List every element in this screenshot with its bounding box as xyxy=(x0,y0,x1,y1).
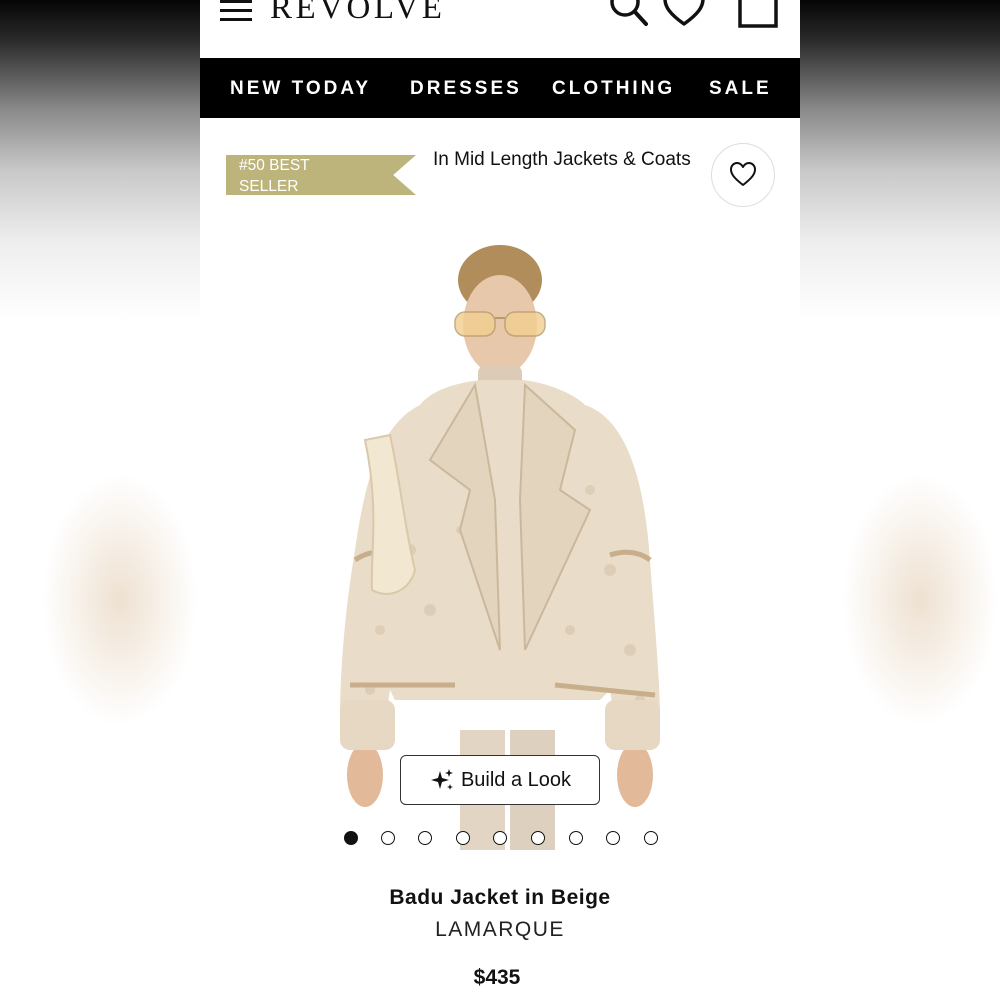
left-hand xyxy=(347,743,383,807)
sparkle-icon xyxy=(430,769,453,790)
product-price: $435 xyxy=(473,966,521,989)
blurred-background-left xyxy=(0,0,200,1000)
nav-item-dresses[interactable]: DRESSES xyxy=(410,78,522,100)
shopping-bag-icon[interactable] xyxy=(735,0,781,32)
category-link[interactable]: In Mid Length Jackets & Coats xyxy=(433,146,693,174)
heart-icon[interactable] xyxy=(662,0,706,30)
carousel-dot[interactable] xyxy=(606,831,620,845)
image-carousel-dots xyxy=(340,831,670,847)
carousel-dot[interactable] xyxy=(418,831,432,845)
right-hand xyxy=(617,743,653,807)
carousel-dot[interactable] xyxy=(344,831,358,845)
site-header: REVOLVE xyxy=(200,0,800,58)
heart-outline-icon xyxy=(730,162,756,186)
left-cuff xyxy=(340,700,395,750)
site-logo[interactable]: REVOLVE xyxy=(270,0,445,28)
best-seller-label: #50 BEST SELLER xyxy=(239,157,310,195)
carousel-dot[interactable] xyxy=(493,831,507,845)
menu-icon[interactable] xyxy=(220,0,252,22)
nav-item-sale[interactable]: SALE xyxy=(709,78,772,100)
add-to-wishlist-button[interactable] xyxy=(711,143,775,207)
nav-item-new-today[interactable]: NEW TODAY xyxy=(230,78,371,100)
carousel-dot[interactable] xyxy=(456,831,470,845)
category-nav: NEW TODAY DRESSES CLOTHING SALE xyxy=(200,58,800,118)
best-seller-badge: #50 BEST SELLER xyxy=(226,155,416,195)
build-a-look-label: Build a Look xyxy=(460,768,572,791)
build-a-look-button[interactable]: Build a Look xyxy=(400,755,600,805)
carousel-dot[interactable] xyxy=(531,831,545,845)
carousel-dot[interactable] xyxy=(644,831,658,845)
product-brand[interactable]: LAMARQUE xyxy=(200,918,800,942)
nav-item-clothing[interactable]: CLOTHING xyxy=(552,78,675,100)
carousel-dot[interactable] xyxy=(381,831,395,845)
carousel-dot[interactable] xyxy=(569,831,583,845)
search-icon[interactable] xyxy=(605,0,651,32)
right-cuff xyxy=(605,700,660,750)
product-page: REVOLVE NEW TODAY DRESSES CLOTHING SALE … xyxy=(200,0,800,1000)
blurred-background-right xyxy=(800,0,1000,1000)
product-name: Badu Jacket in Beige xyxy=(389,886,611,909)
